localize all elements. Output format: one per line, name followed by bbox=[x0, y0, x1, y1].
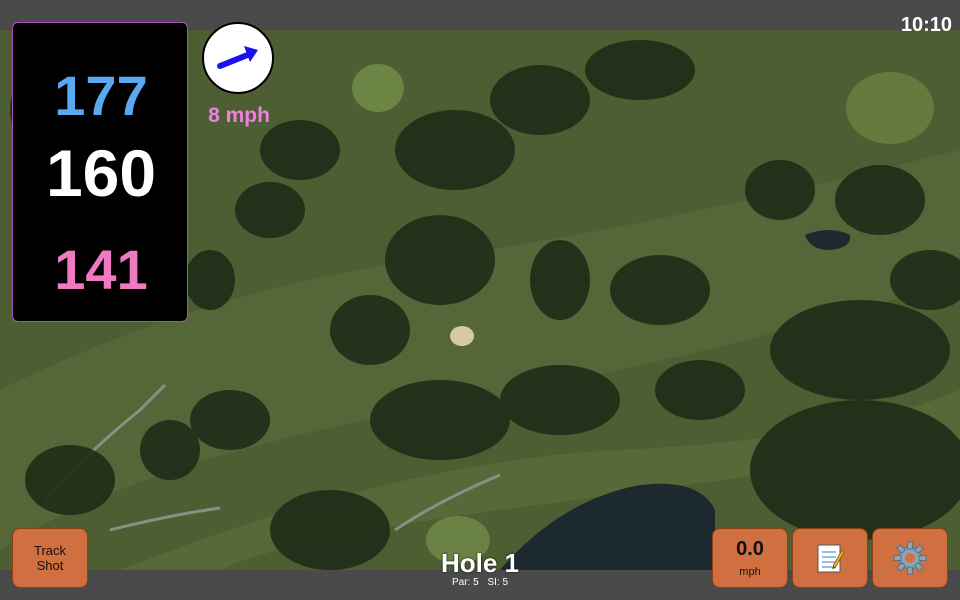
distance-to-front: 141 bbox=[54, 238, 148, 301]
stroke-index-label: SI: 5 bbox=[487, 577, 509, 588]
wind-arrow-icon bbox=[217, 46, 258, 69]
hole-info: Par: 5 SI: 5 bbox=[420, 577, 540, 588]
distance-to-middle: 160 bbox=[45, 136, 157, 210]
player-wind-unit: mph bbox=[739, 566, 761, 578]
notepad-icon bbox=[817, 544, 845, 573]
notes-button[interactable] bbox=[792, 528, 868, 588]
player-wind-button[interactable]: 0.0 mph bbox=[712, 528, 788, 588]
wind-speed-label: 8 mph bbox=[208, 104, 270, 127]
par-label: Par: 5 bbox=[451, 577, 479, 588]
distance-panel: 177 160 141 bbox=[12, 22, 188, 322]
track-shot-button[interactable]: Track Shot bbox=[12, 528, 88, 588]
clock: 10:10 bbox=[900, 14, 952, 36]
settings-button[interactable] bbox=[872, 528, 948, 588]
wind-direction-indicator bbox=[202, 22, 274, 94]
hole-title: Hole 1 bbox=[440, 548, 520, 578]
track-shot-label: Track Shot bbox=[33, 543, 67, 573]
distance-to-back: 177 bbox=[54, 64, 148, 127]
player-wind-value: 0.0 bbox=[736, 538, 764, 560]
gear-icon bbox=[893, 541, 927, 575]
